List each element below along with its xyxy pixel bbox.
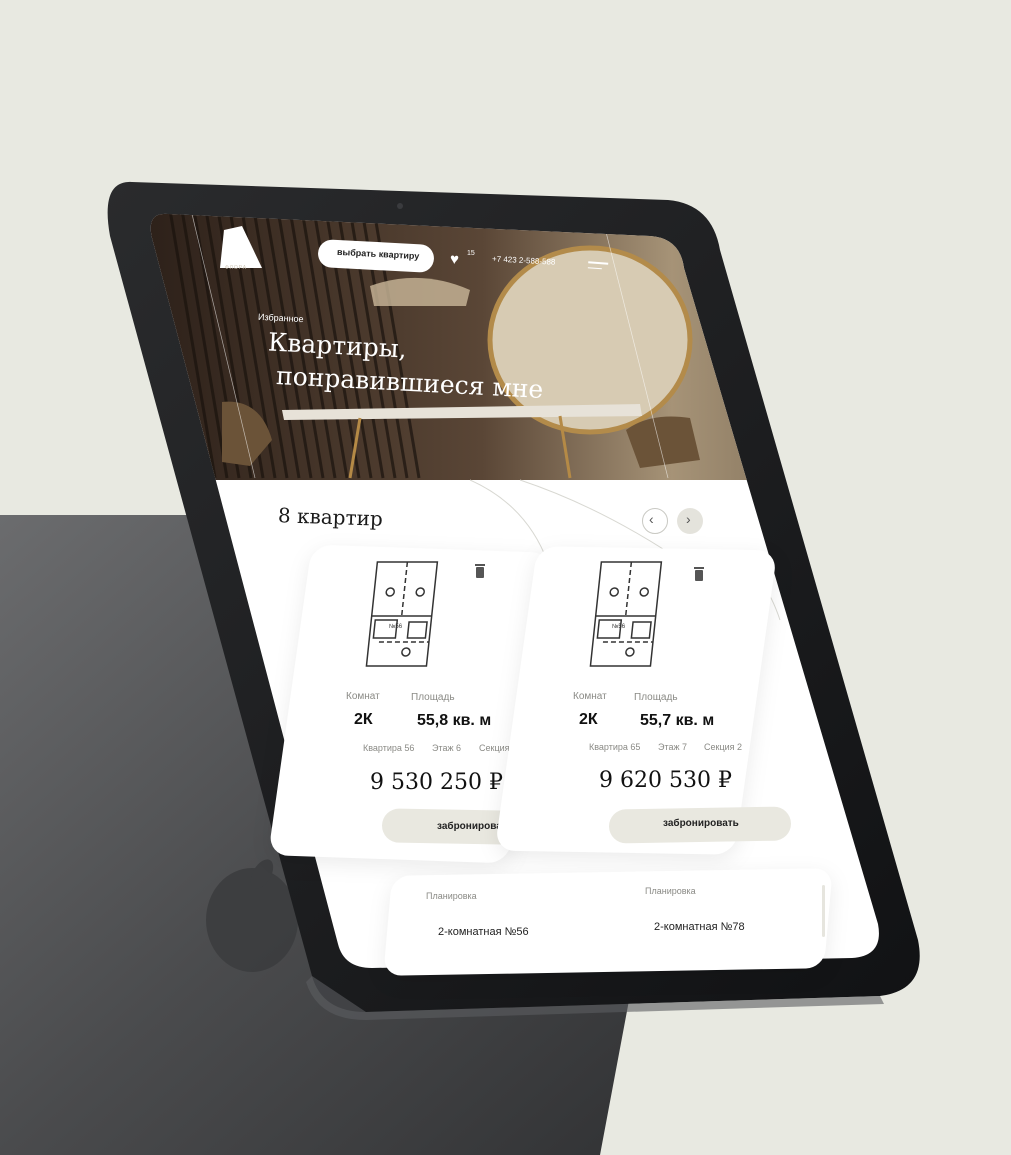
apartment-number: Квартира 65 [589, 742, 641, 752]
price: 9 530 250 ₽ [370, 770, 503, 795]
menu-icon[interactable] [587, 261, 609, 270]
book-button-label: забронировать [663, 818, 739, 829]
table-scrollbar[interactable] [822, 885, 825, 937]
area-label: Площадь [411, 692, 455, 703]
trash-icon[interactable] [693, 566, 705, 582]
trash-icon[interactable] [474, 563, 486, 579]
prev-button[interactable] [642, 508, 668, 534]
section-number: Секция 2 [704, 742, 743, 752]
table-header-plan: Планировка [645, 886, 696, 896]
area-value: 55,8 кв. м [417, 712, 492, 729]
rooms-label: Комнат [573, 691, 607, 702]
price: 9 620 530 ₽ [599, 768, 732, 793]
table-cell-plan: 2-комнатная №56 [438, 926, 529, 938]
area-label: Площадь [634, 692, 678, 703]
camera-icon [397, 203, 403, 209]
logo-text: ФЛОРА [225, 265, 248, 271]
comparison-table [383, 868, 844, 976]
apartment-number: Квартира 56 [363, 743, 415, 753]
rooms-value: 2К [579, 711, 598, 728]
chevron-right-icon: › [686, 511, 691, 527]
heart-icon[interactable]: ♥ [450, 251, 460, 268]
floor-plan-image[interactable] [588, 556, 674, 672]
apartments-count-title: 8 квартир [277, 503, 384, 531]
plan-label: №56 [612, 624, 626, 630]
rooms-label: Комнат [346, 691, 380, 702]
rooms-value: 2К [354, 711, 373, 728]
chevron-left-icon: ‹ [649, 511, 654, 527]
favorites-count: 15 [467, 250, 475, 257]
area-value: 55,7 кв. м [640, 712, 715, 729]
plan-label: №56 [389, 624, 403, 630]
table-header-plan: Планировка [426, 891, 477, 901]
table-cell-plan: 2-комнатная №78 [654, 921, 745, 933]
floor-number: Этаж 7 [658, 742, 688, 752]
floor-plan-image[interactable] [364, 556, 450, 672]
floor-number: Этаж 6 [432, 743, 462, 753]
